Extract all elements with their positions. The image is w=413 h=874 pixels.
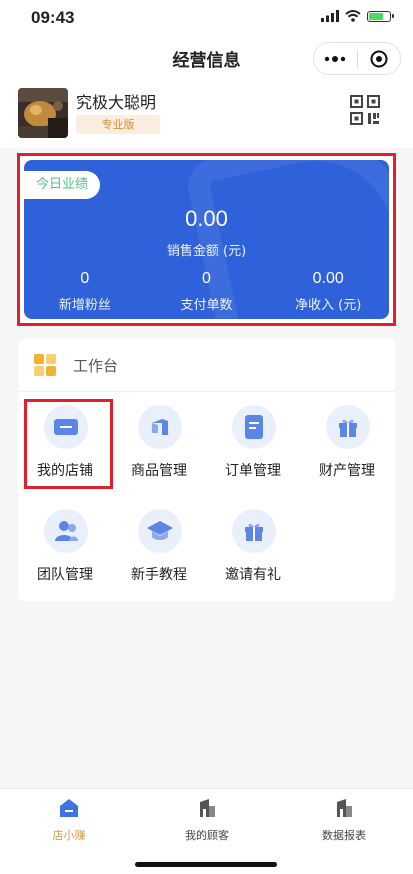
wifi-icon — [345, 10, 361, 22]
workbench-item-label: 订单管理 — [225, 463, 281, 479]
more-button[interactable] — [314, 43, 357, 74]
workbench-item-goods[interactable]: 商品管理 — [112, 395, 206, 499]
avatar[interactable] — [18, 88, 68, 138]
tab-label: 店小赚 — [52, 829, 86, 842]
workbench-item-label: 商品管理 — [131, 463, 187, 479]
graduation-cap-icon — [138, 509, 182, 553]
goods-icon — [138, 405, 182, 449]
edition-badge: 专业版 — [76, 115, 160, 134]
workbench-item-orders[interactable]: 订单管理 — [206, 395, 300, 499]
sales-amount: 0.00 — [185, 206, 228, 231]
workbench-item-tutorial[interactable]: 新手教程 — [112, 499, 206, 603]
today-performance-card[interactable]: 今日业绩 0.00 销售金额 (元) 0 新增粉丝 0 支付单数 0.00 净收… — [24, 160, 389, 319]
workbench-title: 工作台 — [73, 357, 119, 375]
stat-value: 0 — [80, 270, 90, 287]
tab-label: 数据报表 — [322, 829, 366, 842]
battery-icon — [367, 10, 394, 22]
profile-header: 究极大聪明 专业版 — [0, 80, 413, 148]
tab-reports[interactable]: 数据报表 — [275, 797, 413, 843]
target-circle-icon — [370, 50, 388, 67]
stat-value: 0.00 — [312, 270, 344, 287]
stat-label: 新增粉丝 — [58, 298, 111, 313]
stat-label: 净收入 (元) — [295, 298, 362, 313]
invite-gift-icon — [232, 509, 276, 553]
workbench-item-label: 财产管理 — [319, 463, 375, 479]
sales-amount-label: 销售金额 (元) — [166, 244, 247, 259]
my-shop-highlight — [24, 399, 113, 489]
close-miniprogram-button[interactable] — [358, 43, 401, 74]
signal-icon — [321, 10, 339, 22]
workbench-item-label: 新手教程 — [131, 567, 187, 583]
customer-icon — [200, 799, 215, 817]
shop-owner-name: 究极大聪明 — [76, 93, 157, 112]
status-time: 09:43 — [31, 8, 75, 27]
home-icon — [60, 799, 78, 817]
home-indicator — [135, 862, 277, 867]
workbench-item-assets[interactable]: 财产管理 — [300, 395, 394, 499]
stat-label: 支付单数 — [180, 298, 233, 313]
battery-level — [369, 12, 383, 20]
order-icon — [232, 405, 276, 449]
qr-code-icon — [350, 95, 380, 125]
stat-new-fans: 0 新增粉丝 — [24, 270, 146, 313]
status-icons — [321, 10, 394, 22]
stat-paid-orders: 0 支付单数 — [146, 270, 268, 313]
stat-value: 0 — [202, 270, 211, 287]
tab-label: 我的顾客 — [185, 829, 229, 842]
mini-program-capsule — [313, 42, 401, 75]
qr-code-button[interactable] — [347, 92, 383, 128]
workbench-item-label: 邀请有礼 — [225, 567, 281, 583]
today-tag: 今日业绩 — [24, 171, 101, 199]
workbench-header: 工作台 — [18, 339, 395, 392]
gift-box-icon — [326, 405, 370, 449]
workbench-item-invite[interactable]: 邀请有礼 — [206, 499, 300, 603]
performance-stats: 0 新增粉丝 0 支付单数 0.00 净收入 (元) — [24, 270, 389, 313]
stat-net-income: 0.00 净收入 (元) — [267, 270, 389, 313]
tab-home[interactable]: 店小赚 — [0, 797, 138, 843]
grid-apps-icon — [34, 354, 56, 376]
status-bar: 09:43 — [0, 0, 413, 36]
performance-highlight: 今日业绩 0.00 销售金额 (元) 0 新增粉丝 0 支付单数 0.00 净收… — [17, 153, 396, 326]
workbench-item-label: 团队管理 — [37, 567, 93, 583]
team-icon — [44, 509, 88, 553]
report-icon — [337, 799, 352, 817]
more-dots-icon — [325, 55, 346, 62]
workbench-item-team[interactable]: 团队管理 — [18, 499, 112, 603]
tab-customers[interactable]: 我的顾客 — [138, 797, 276, 843]
nav-bar: 经营信息 — [0, 36, 413, 80]
